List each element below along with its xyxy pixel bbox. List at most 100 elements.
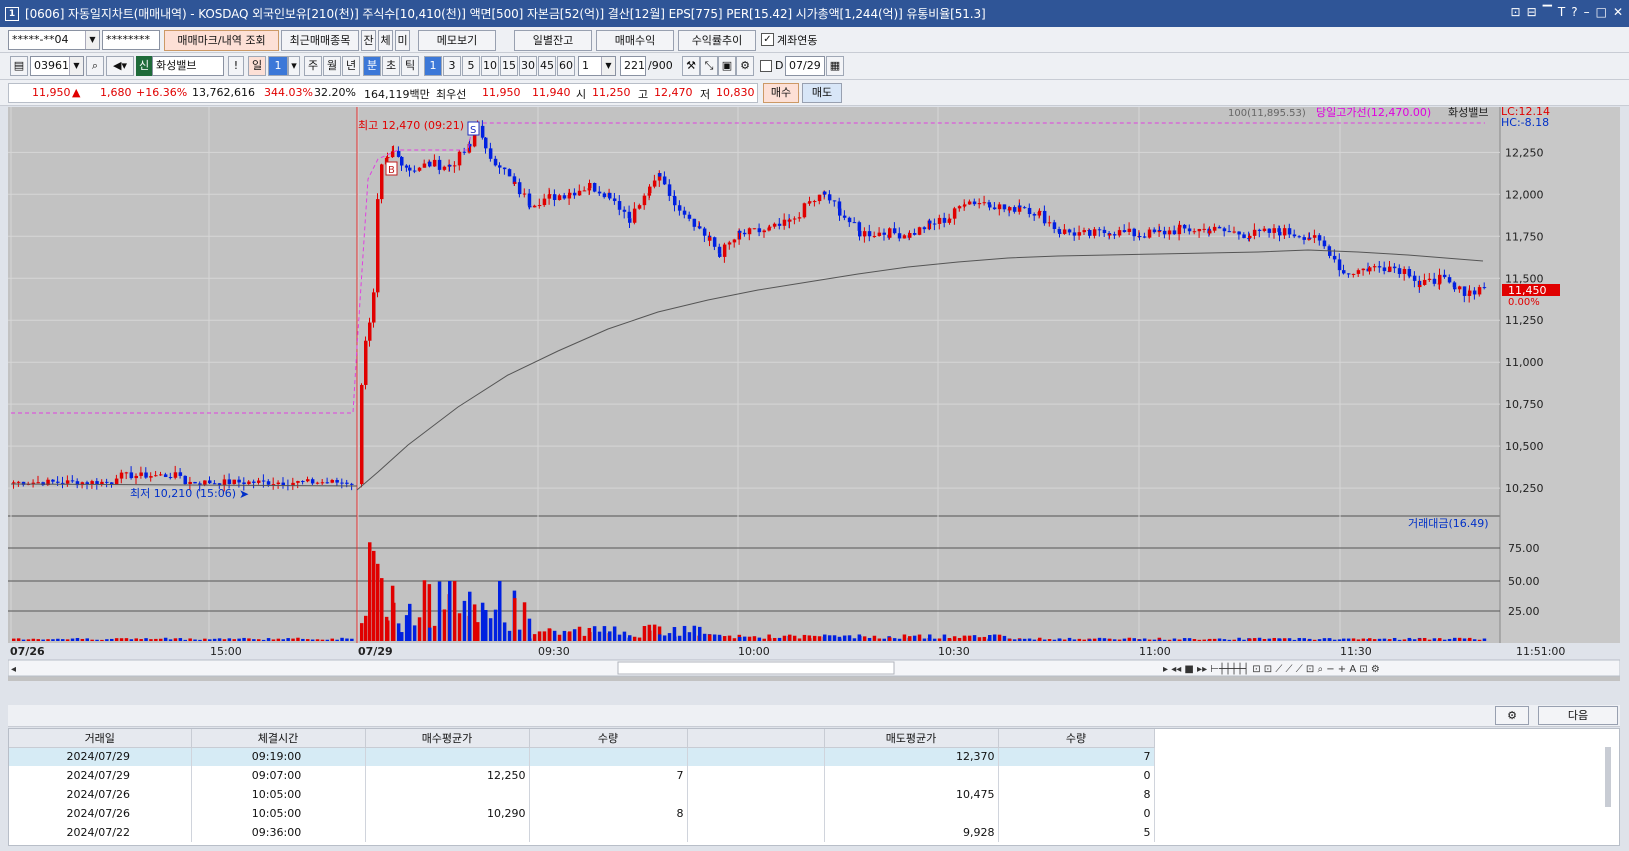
table-row[interactable]: 2024/07/26 10:05:00 10,290 8 0 [9,804,1155,823]
account-link-checkbox[interactable]: ✓ [761,33,774,46]
tab-executed[interactable]: 체 [378,30,393,51]
pin-icon[interactable]: ▔ [1543,5,1552,19]
table-row[interactable]: 2024/07/29 09:07:00 12,250 7 0 [9,766,1155,785]
panel-icon[interactable]: ▤ [10,56,28,76]
warning-icon[interactable]: ! [228,56,244,76]
candle-body [310,479,315,484]
minute-10[interactable]: 10 [481,56,499,76]
volume-bar [667,633,672,641]
volume-bar [488,618,493,641]
table-cell: 09:07:00 [191,766,366,785]
period-minute[interactable]: 분 [363,56,381,76]
date-checkbox[interactable] [760,60,772,72]
trade-mark-button[interactable]: 매매마크/내역 조회 [164,30,279,51]
table-cell [687,823,825,842]
candle-body [144,472,148,478]
layout-icon[interactable]: ⊡ [1511,5,1521,19]
stock-code-select[interactable]: 039610 ▼ [30,56,84,76]
memo-button[interactable]: 메모보기 [418,30,496,51]
table-row[interactable]: 2024/07/26 10:05:00 10,475 8 [9,785,1155,804]
speaker-icon[interactable]: ◀▾ [106,56,134,76]
window-icon[interactable]: 1 [5,6,19,21]
volume-bar [1262,638,1267,641]
return-trend-button[interactable]: 수익률추이 [678,30,756,51]
password-input[interactable]: ******** [102,30,160,50]
minute-3[interactable]: 3 [443,56,461,76]
table-cell [687,766,825,785]
volume-bar [237,638,241,641]
candle-body [917,227,922,235]
calendar-icon[interactable]: ▦ [826,56,844,76]
table-row[interactable]: 2024/07/29 09:19:00 12,370 7 [9,747,1155,766]
minute-45[interactable]: 45 [538,56,556,76]
volume-bar [286,638,290,641]
step-select[interactable]: 1 ▼ [578,56,616,76]
tab-balance[interactable]: 잔 [361,30,376,51]
period-month[interactable]: 월 [323,56,341,76]
gear-icon[interactable]: ⚙ [736,56,754,76]
trade-profit-button[interactable]: 매매수익 [596,30,674,51]
tool-icon[interactable]: ⤡ [700,56,718,76]
volume-bar [1178,639,1182,641]
help-icon[interactable]: ? [1571,5,1577,19]
date-input[interactable]: 07/29 [785,56,825,76]
chevron-down-icon[interactable]: ▼ [85,31,99,49]
volume-bar [1042,639,1047,641]
chevron-down-icon[interactable]: ▾ [288,56,300,76]
minute-15[interactable]: 15 [500,56,518,76]
buy-button[interactable]: 매수 [763,83,799,103]
period-year[interactable]: 년 [342,56,360,76]
volume-bar [1058,638,1062,641]
period-num[interactable]: 1 [268,56,288,76]
minute-30[interactable]: 30 [519,56,537,76]
stock-name-field[interactable]: 화성밸브 [152,56,224,76]
chart-toolbar: ▤ 039610 ▼ ⌕ ◀▾ 신 화성밸브 ! 일 1 ▾ 주 월 년 분 초 … [0,53,1629,80]
period-day[interactable]: 일 [248,56,266,76]
candle-body [12,482,16,484]
minute-5[interactable]: 5 [462,56,480,76]
chart-svg[interactable]: 12,25012,00011,75011,50011,25011,00010,7… [7,105,1621,681]
period-tick[interactable]: 틱 [401,56,419,76]
period-week[interactable]: 주 [304,56,322,76]
candle-body [1342,270,1346,274]
candle-body [897,233,902,239]
minute-1[interactable]: 1 [424,56,442,76]
high-annotation: 최고 12,470 (09:21) [358,119,464,132]
chevron-down-icon[interactable]: ▼ [601,57,615,75]
volume-bar [892,638,897,641]
volume-bar [1317,639,1322,641]
account-select[interactable]: *****-**04 ▼ [8,30,100,50]
daily-balance-button[interactable]: 일별잔고 [514,30,592,51]
chevron-down-icon[interactable]: ▼ [69,57,83,75]
candle-body [1187,228,1192,232]
recent-trades-button[interactable]: 최근매매종목 [281,30,359,51]
indicator-icon[interactable]: ⚒ [682,56,700,76]
chart-area[interactable]: 12,250 12,000 11,750 11,500 11,250 11,000 10,7… [7,105,1621,681]
search-icon[interactable]: ⌕ [86,56,104,76]
gear-icon[interactable]: ⚙ [1495,706,1529,725]
table-scrollbar[interactable] [1605,747,1611,807]
minute-60[interactable]: 60 [557,56,575,76]
save-icon[interactable]: ▣ [718,56,736,76]
close-icon[interactable]: ✕ [1613,5,1623,19]
tab-unexecuted[interactable]: 미 [395,30,410,51]
x-tick-label: 07/29 [358,645,393,658]
sell-button[interactable]: 매도 [802,83,842,103]
font-icon[interactable]: T [1558,5,1565,19]
volume-bar [1088,639,1092,641]
volume-bar [315,639,320,641]
period-second[interactable]: 초 [382,56,400,76]
maximize-icon[interactable]: □ [1596,5,1607,19]
volume-bar [617,634,622,641]
candle-body [892,228,897,234]
tile-icon[interactable]: ⊟ [1527,5,1537,19]
candle-body [948,218,952,220]
volume-bar [622,631,627,641]
table-row[interactable]: 2024/07/22 09:36:00 9,928 5 [9,823,1155,842]
count-input[interactable]: 221 [620,56,646,76]
next-button[interactable]: 다음 [1538,706,1618,725]
candle-body [242,482,246,485]
candle-body [967,201,972,205]
candle-body [90,481,94,485]
minimize-icon[interactable]: – [1584,5,1590,19]
